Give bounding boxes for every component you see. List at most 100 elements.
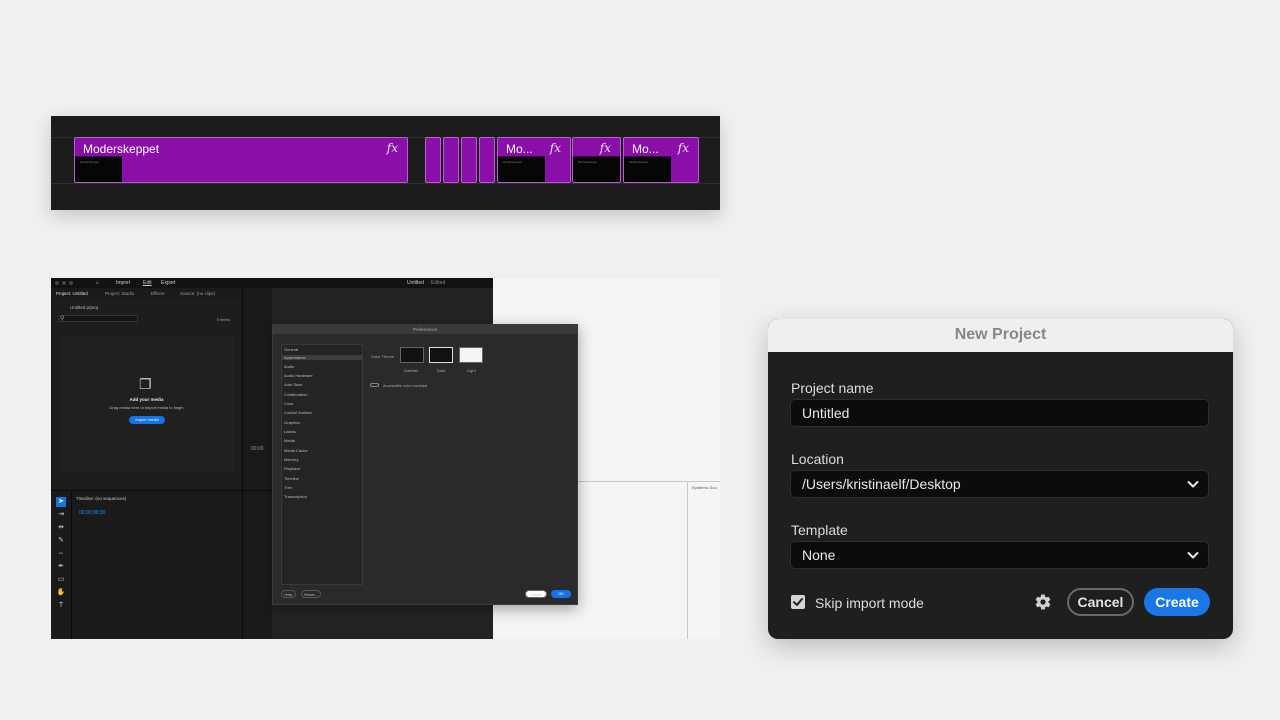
pref-category[interactable]: Auto Save <box>284 382 302 387</box>
pref-category[interactable]: Collaboration <box>284 392 308 397</box>
theme-darkest-swatch[interactable] <box>400 347 424 363</box>
pref-category[interactable]: Playback <box>284 466 300 471</box>
search-icon: ⚲ <box>60 316 65 322</box>
create-button[interactable]: Create <box>1144 588 1210 616</box>
help-button[interactable]: Help <box>281 590 296 598</box>
ripple-edit-tool-icon[interactable]: ⇹ <box>56 523 66 533</box>
timeline-clip[interactable]: Mo... fx Moderskeppet <box>497 137 571 183</box>
fx-badge-icon[interactable]: fx <box>678 141 689 155</box>
pref-category[interactable]: Memory <box>284 457 298 462</box>
timeline-clip[interactable]: Mo... fx Moderskeppet <box>623 137 699 183</box>
theme-light-swatch[interactable] <box>459 347 483 363</box>
media-files-icon: ❐ <box>139 376 152 392</box>
pen-tool-icon[interactable]: ✒ <box>56 562 66 572</box>
timeline-clip-small[interactable] <box>425 137 441 183</box>
menu-edit[interactable]: Edit <box>143 280 152 286</box>
pref-category[interactable]: Media Cache <box>284 448 308 453</box>
tab-effects[interactable]: Effects <box>151 291 165 296</box>
document-title: Untitled <box>407 280 424 286</box>
add-media-description: Drag media here or import media to begin <box>109 405 184 410</box>
dialog-title: New Project <box>954 326 1047 343</box>
template-select[interactable]: None <box>790 541 1209 569</box>
hand-tool-icon[interactable]: ✋ <box>56 588 66 598</box>
add-media-title: Add your media <box>129 397 164 402</box>
clip-title: Mo... <box>506 142 533 156</box>
pref-category[interactable]: Labels <box>284 429 296 434</box>
tab-source[interactable]: Source: (no clips) <box>180 291 215 296</box>
timeline-header[interactable]: Timeline: (no sequences) <box>76 496 126 501</box>
pref-ok-button[interactable]: OK <box>551 590 571 598</box>
window-close-dot[interactable] <box>55 281 59 285</box>
pref-category[interactable]: Timeline <box>284 476 299 481</box>
tools-panel: ➤ ⇥ ⇹ ✎ ⇔ ✒ ▭ ✋ T <box>54 497 68 639</box>
menu-export[interactable]: Export <box>161 280 175 286</box>
timeline-clip-small[interactable] <box>479 137 495 183</box>
accessible-contrast-toggle[interactable] <box>370 383 379 387</box>
premiere-workspace: ⌂ Import Edit Export Untitled - Edited P… <box>51 278 720 639</box>
checkmark-icon <box>793 598 803 606</box>
fx-badge-icon[interactable]: fx <box>600 141 611 155</box>
chevron-down-icon[interactable] <box>1187 478 1199 490</box>
skip-import-checkbox[interactable] <box>791 595 805 609</box>
import-media-button[interactable]: Import media <box>129 416 165 424</box>
thumbnail-label: Moderskeppet <box>80 160 100 164</box>
clip-thumbnail: Moderskeppet <box>498 156 545 182</box>
window-zoom-dot[interactable] <box>69 281 73 285</box>
theme-dark-swatch[interactable] <box>429 347 453 363</box>
pref-category[interactable]: Audio <box>284 364 294 369</box>
razor-tool-icon[interactable]: ✎ <box>56 536 66 546</box>
pref-category-selected[interactable]: Appearance <box>282 355 362 360</box>
cancel-button[interactable]: Cancel <box>1067 588 1134 616</box>
pref-category[interactable]: Color <box>284 401 294 406</box>
theme-label: Darkest <box>404 368 418 373</box>
project-search-input[interactable] <box>58 315 138 322</box>
rectangle-tool-icon[interactable]: ▭ <box>56 575 66 585</box>
tab-project-studio[interactable]: Project: Studio <box>105 291 134 296</box>
panel-divider <box>687 481 688 639</box>
pref-category[interactable]: Graphics <box>284 420 300 425</box>
timeline-clip[interactable]: Moderskeppet fx Moderskeppet <box>74 137 408 183</box>
pref-category[interactable]: Trim <box>284 485 292 490</box>
media-dropzone[interactable]: ❐ Add your media Drag media here or impo… <box>59 336 234 472</box>
thumbnail-label: Moderskeppet <box>629 160 649 164</box>
timeline-clip[interactable]: fx Moderskeppet <box>572 137 621 183</box>
clip-title: Moderskeppet <box>83 142 160 156</box>
color-theme-label: Color Theme <box>371 354 395 359</box>
project-file-name: Untitled.prproj <box>70 305 99 310</box>
items-count: 0 items <box>217 317 230 322</box>
pref-category[interactable]: Media <box>284 438 295 443</box>
selection-tool-icon[interactable]: ➤ <box>56 497 66 507</box>
reset-button[interactable]: Reset... <box>301 590 321 598</box>
timeline-clip-small[interactable] <box>443 137 459 183</box>
window-minimize-dot[interactable] <box>62 281 66 285</box>
timeline-clip-small[interactable] <box>461 137 477 183</box>
pref-category[interactable]: Control Surface <box>284 410 312 415</box>
pref-category[interactable]: Audio Hardware <box>284 373 313 378</box>
new-project-dialog: New Project Project name Untitled Locati… <box>768 319 1233 639</box>
skip-import-label[interactable]: Skip import mode <box>815 595 924 611</box>
fx-badge-icon[interactable]: fx <box>387 141 398 155</box>
pref-category[interactable]: General <box>284 347 298 352</box>
chevron-down-icon[interactable] <box>1187 549 1199 561</box>
type-tool-icon[interactable]: T <box>56 601 66 611</box>
home-icon[interactable]: ⌂ <box>96 280 99 286</box>
pref-cancel-button[interactable]: Cancel <box>525 590 547 598</box>
track-select-tool-icon[interactable]: ⇥ <box>56 510 66 520</box>
slip-tool-icon[interactable]: ⇔ <box>56 549 66 559</box>
timeline-timecode[interactable]: 00;00;00;00 <box>79 510 105 516</box>
template-value: None <box>802 547 836 563</box>
pref-category[interactable]: Transcription <box>284 494 307 499</box>
template-label: Template <box>791 522 848 538</box>
panel-divider <box>242 288 243 639</box>
menu-import[interactable]: Import <box>116 280 130 286</box>
gear-icon[interactable] <box>1034 593 1052 611</box>
project-name-input[interactable]: Untitled <box>790 399 1209 427</box>
location-label: Location <box>791 451 844 467</box>
tab-project[interactable]: Project: Untitled <box>56 291 88 296</box>
fx-badge-icon[interactable]: fx <box>550 141 561 155</box>
clip-title: Mo... <box>632 142 659 156</box>
project-name-label: Project name <box>791 380 874 396</box>
preferences-title: Preferences <box>273 325 577 334</box>
location-select[interactable]: /Users/kristinaelf/Desktop <box>790 470 1209 498</box>
clip-thumbnail: Moderskeppet <box>75 156 122 182</box>
